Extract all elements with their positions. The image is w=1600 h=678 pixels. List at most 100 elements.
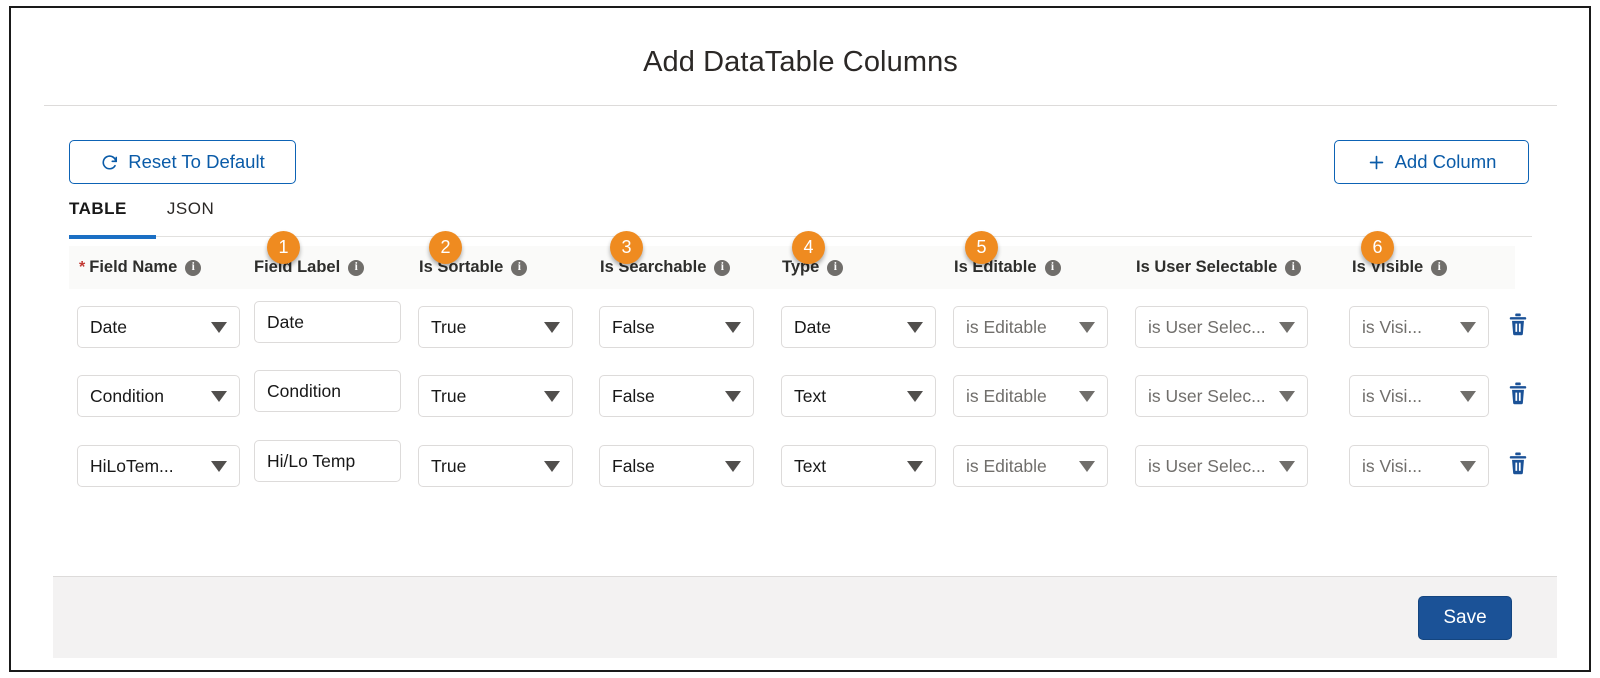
is-visible-combobox[interactable]: is Visi... [1349,375,1489,417]
chevron-down-icon [544,390,560,402]
trash-icon [1507,452,1529,479]
column-header-label: Is Visible [1352,258,1424,276]
action-bar: Reset To Default Add Column [44,107,1557,189]
is-editable-value: is Editable [966,316,1047,337]
chevron-down-icon [1079,321,1095,333]
is-editable-combobox[interactable]: is Editable [953,445,1108,487]
is-sortable-value: True [431,385,467,406]
chevron-down-icon [1279,460,1295,472]
is-sortable-value: True [431,316,467,337]
chevron-down-icon [211,321,227,333]
info-icon[interactable]: i [827,259,844,276]
field-name-combobox[interactable]: HiLoTem... [77,445,240,487]
is-searchable-combobox[interactable]: False [599,306,754,348]
column-header-is-user-selectable: Is User Selectable i [1136,246,1302,289]
is-user-selectable-value: is User Selec... [1148,316,1266,337]
is-sortable-combobox[interactable]: True [418,445,573,487]
field-name-value: Condition [90,385,164,406]
table-row: HiLoTem... Hi/Lo Temp True False Text is… [69,437,1532,506]
chevron-down-icon [1460,460,1476,472]
type-combobox[interactable]: Date [781,306,936,348]
info-icon[interactable]: i [1285,259,1302,276]
is-searchable-combobox[interactable]: False [599,375,754,417]
is-sortable-value: True [431,455,467,476]
is-visible-value: is Visi... [1362,316,1422,337]
is-sortable-combobox[interactable]: True [418,306,573,348]
field-name-combobox[interactable]: Condition [77,375,240,417]
callout-badge-5: 5 [965,231,998,264]
callout-badge-2: 2 [429,231,462,264]
column-header-label: Field Name [89,258,178,276]
modal-header: Add DataTable Columns [44,16,1557,106]
field-label-input[interactable]: Condition [254,370,401,412]
field-label-input[interactable]: Date [254,301,401,343]
add-column-button[interactable]: Add Column [1334,140,1529,184]
chevron-down-icon [211,460,227,472]
field-name-value: Date [90,316,127,337]
is-user-selectable-value: is User Selec... [1148,455,1266,476]
callout-badge-1: 1 [267,231,300,264]
is-searchable-value: False [612,455,655,476]
is-editable-combobox[interactable]: is Editable [953,306,1108,348]
table-row: Condition Condition True False Text is E… [69,367,1532,436]
chevron-down-icon [1279,321,1295,333]
screenshot-frame: Add DataTable Columns Reset To Default A… [9,6,1591,672]
active-tab-indicator [69,235,156,239]
column-header-label: Is Sortable [419,258,504,276]
field-name-value: HiLoTem... [90,455,174,476]
delete-row-button[interactable] [1506,312,1530,340]
field-label-input[interactable]: Hi/Lo Temp [254,440,401,482]
table-row: Date Date True False Date is Editable is… [69,298,1532,367]
is-editable-value: is Editable [966,455,1047,476]
save-button[interactable]: Save [1418,596,1512,640]
chevron-down-icon [907,321,923,333]
is-visible-combobox[interactable]: is Visi... [1349,306,1489,348]
type-combobox[interactable]: Text [781,445,936,487]
chevron-down-icon [1079,460,1095,472]
is-sortable-combobox[interactable]: True [418,375,573,417]
type-value: Text [794,385,827,406]
tab-table[interactable]: TABLE [69,199,145,230]
is-searchable-combobox[interactable]: False [599,445,754,487]
reset-to-default-button[interactable]: Reset To Default [69,140,296,184]
info-icon[interactable]: i [1431,259,1448,276]
field-label-value: Date [267,311,304,332]
add-column-label: Add Column [1394,151,1497,172]
is-user-selectable-combobox[interactable]: is User Selec... [1135,375,1308,417]
is-editable-combobox[interactable]: is Editable [953,375,1108,417]
modal-footer: Save [53,576,1557,658]
trash-icon [1507,313,1529,340]
info-icon[interactable]: i [511,259,528,276]
type-combobox[interactable]: Text [781,375,936,417]
page-title: Add DataTable Columns [643,46,958,78]
is-searchable-value: False [612,385,655,406]
is-visible-value: is Visi... [1362,455,1422,476]
info-icon[interactable]: i [1044,259,1061,276]
column-header-label: Is Editable [954,258,1037,276]
info-icon[interactable]: i [185,259,202,276]
delete-row-button[interactable] [1506,381,1530,409]
chevron-down-icon [725,321,741,333]
chevron-down-icon [1279,390,1295,402]
is-user-selectable-combobox[interactable]: is User Selec... [1135,445,1308,487]
chevron-down-icon [725,460,741,472]
field-name-combobox[interactable]: Date [77,306,240,348]
chevron-down-icon [544,460,560,472]
callout-badge-3: 3 [610,231,643,264]
delete-row-button[interactable] [1506,451,1530,479]
tab-json[interactable]: JSON [145,199,232,230]
is-user-selectable-combobox[interactable]: is User Selec... [1135,306,1308,348]
trash-icon [1507,382,1529,409]
is-visible-combobox[interactable]: is Visi... [1349,445,1489,487]
modal-body: Reset To Default Add Column TABLE JSON 1… [44,107,1557,577]
required-asterisk: * [79,258,86,276]
info-icon[interactable]: i [348,259,365,276]
info-icon[interactable]: i [714,259,731,276]
chevron-down-icon [544,321,560,333]
is-editable-value: is Editable [966,385,1047,406]
type-value: Text [794,455,827,476]
field-label-value: Hi/Lo Temp [267,450,356,471]
chevron-down-icon [211,390,227,402]
chevron-down-icon [1460,321,1476,333]
chevron-down-icon [907,390,923,402]
